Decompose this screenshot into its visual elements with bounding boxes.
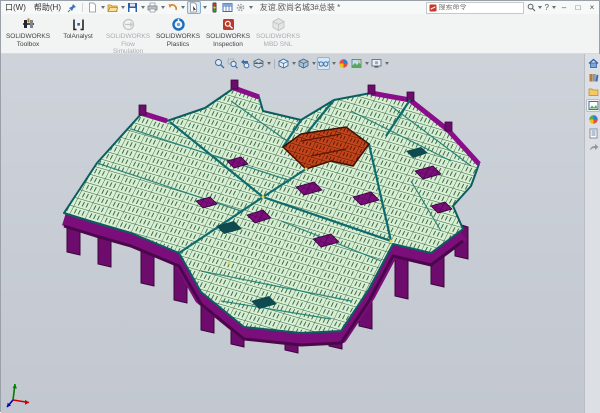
menu-window[interactable]: 口(W) [1,2,30,13]
view-palette-tab[interactable] [586,99,600,112]
triad-z-axis [7,400,13,407]
divider [82,3,83,12]
title-bar: 口(W) 帮助(H) 友谊.欧尚名城3#总装 * ? [1,1,599,15]
save-button[interactable] [127,2,139,13]
chevron-down-icon[interactable] [101,6,105,9]
home-tab[interactable] [586,57,600,70]
restore-button[interactable]: □ [571,3,585,12]
edit-appearance-button[interactable] [337,57,350,70]
zoom-to-area-button[interactable] [226,57,239,70]
display-style-button[interactable] [297,57,310,70]
chevron-down-icon[interactable] [365,62,369,65]
ribbon-tab-label: SOLIDWORKS [256,33,300,41]
ribbon-tab-label: SOLIDWORKS [156,33,200,41]
triad-x-axis [13,400,29,405]
hide-show-items-button[interactable] [317,57,330,70]
section-view-button[interactable] [252,57,265,70]
reference-triad [3,378,35,410]
search-input[interactable] [439,4,521,11]
pin-icon[interactable] [67,3,77,13]
solidworks-logo-icon [429,4,437,12]
menu-help[interactable]: 帮助(H) [30,2,65,13]
chevron-down-icon[interactable] [141,6,145,9]
ribbon-tab-inspection[interactable]: SOLIDWORKS Inspection [203,16,253,48]
design-library-tab[interactable] [586,71,600,84]
chevron-down-icon[interactable] [121,6,125,9]
ribbon-tab-label: Inspection [213,41,243,49]
zoom-to-fit-button[interactable] [213,57,226,70]
ribbon-tab-label: TolAnalyst [63,33,93,41]
ribbon-tab-label: Toolbox [17,41,39,49]
search-icon[interactable] [526,3,537,12]
inspection-icon [221,17,236,32]
chevron-down-icon[interactable] [538,6,542,9]
new-document-button[interactable] [87,2,99,13]
flow-simulation-icon [121,17,136,32]
view-settings-button[interactable] [370,57,383,70]
ribbon-tab-label: Flow [121,41,135,49]
open-button[interactable] [107,2,119,13]
ribbon-tab-label: SOLIDWORKS [6,33,50,41]
chevron-down-icon[interactable] [267,62,271,65]
select-button[interactable] [187,1,201,14]
divider [274,59,275,69]
minimize-button[interactable]: – [557,3,571,12]
rebuild-traffic-light-button[interactable] [209,2,221,13]
command-manager: SOLIDWORKS Toolbox TolAnalyst SOLIDWORKS… [1,14,599,54]
help-button[interactable]: ? [544,3,550,12]
chevron-down-icon[interactable] [292,62,296,65]
ribbon-tab-solidworks-toolbox[interactable]: SOLIDWORKS Toolbox [3,16,53,48]
ribbon-tab-flow-simulation: SOLIDWORKS Flow Simulation [103,16,153,56]
heads-up-toolbar [213,57,390,70]
ribbon-tab-mbd-snl: SOLIDWORKS MBD SNL [253,16,303,48]
chevron-down-icon[interactable] [332,62,336,65]
toolbox-icon [21,17,36,32]
plastics-icon [171,17,186,32]
chevron-down-icon[interactable] [203,6,207,9]
settings-gear-button[interactable] [235,2,247,13]
triad-y-axis [13,384,17,400]
ribbon-tab-label: MBD SNL [264,41,293,49]
chevron-down-icon[interactable] [161,6,165,9]
ribbon-tab-label: SOLIDWORKS [106,33,150,41]
tolanalyst-icon [71,17,86,32]
previous-view-button[interactable] [239,57,252,70]
file-explorer-tab[interactable] [586,85,600,98]
options-grid-button[interactable] [222,2,234,13]
document-properties-tab[interactable] [586,127,600,140]
ribbon-tab-tolanalyst[interactable]: TolAnalyst [53,16,103,41]
view-orientation-button[interactable] [277,57,290,70]
mbd-icon [271,17,286,32]
chevron-down-icon[interactable] [312,62,316,65]
chevron-down-icon[interactable] [249,6,253,9]
appearances-tab[interactable] [586,113,600,126]
ribbon-tab-label: Plastics [167,41,189,49]
3d-model[interactable] [1,54,600,413]
graphics-viewport[interactable] [1,54,600,413]
chevron-down-icon[interactable] [181,6,185,9]
chevron-down-icon[interactable] [552,6,556,9]
solidworks-window: { "window": { "menu_items": ["口(W)", "帮助… [0,0,600,412]
search-box[interactable] [426,2,524,14]
apply-scene-button[interactable] [350,57,363,70]
task-pane-strip [584,54,600,413]
chevron-down-icon[interactable] [385,62,389,65]
print-button[interactable] [147,2,159,13]
share-tab[interactable] [586,141,600,154]
close-button[interactable]: × [585,3,599,12]
ribbon-tab-label: SOLIDWORKS [206,33,250,41]
ribbon-tab-plastics[interactable]: SOLIDWORKS Plastics [153,16,203,48]
undo-button[interactable] [167,2,179,13]
